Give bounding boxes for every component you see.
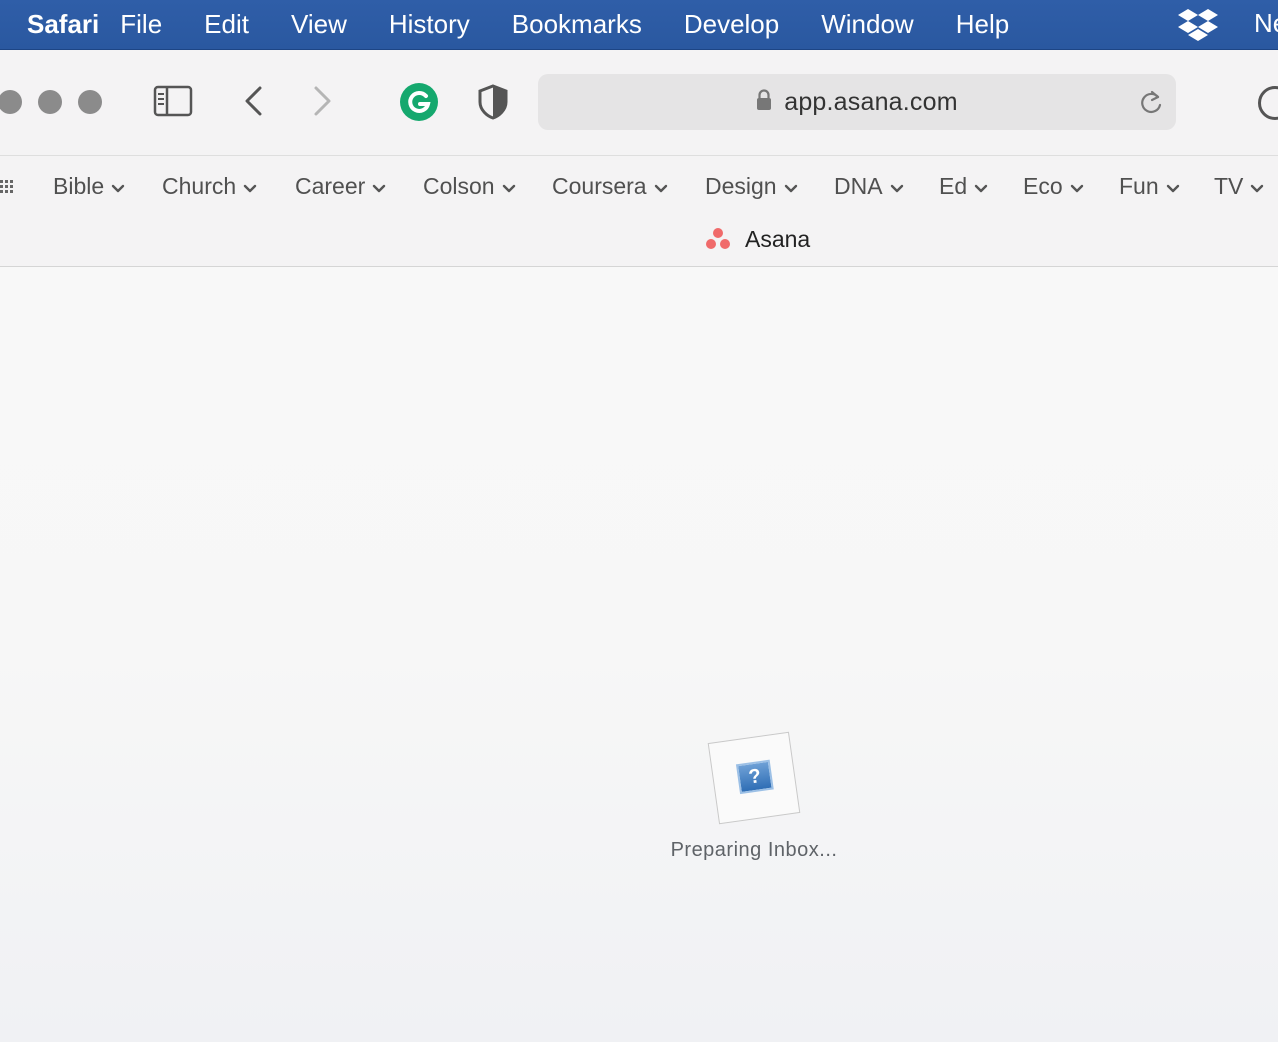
menu-help[interactable]: Help — [956, 9, 1009, 40]
menu-window[interactable]: Window — [821, 9, 913, 40]
chevron-down-icon — [1250, 173, 1264, 200]
chevron-down-icon — [784, 173, 798, 200]
chevron-down-icon — [1166, 173, 1180, 200]
bookmark-folders: Bible Church Career Colson Coursera Design DNA… — [0, 156, 1278, 218]
menu-bookmarks[interactable]: Bookmarks — [512, 9, 642, 40]
bookmark-folder-design[interactable]: Design — [705, 173, 798, 200]
downloads-icon[interactable] — [1258, 86, 1278, 120]
lock-icon — [756, 88, 772, 116]
chevron-down-icon — [974, 173, 988, 200]
chevron-down-icon — [372, 173, 386, 200]
bookmark-folder-label: TV — [1214, 173, 1244, 199]
reload-icon[interactable] — [1138, 88, 1164, 121]
loading-message: Preparing Inbox... — [670, 839, 838, 861]
menu-develop[interactable]: Develop — [684, 9, 779, 40]
close-window-button[interactable] — [0, 90, 22, 114]
bookmark-folder-label: Fun — [1119, 173, 1159, 199]
bookmark-folder-label: Bible — [53, 173, 105, 199]
bookmark-folder-label: Church — [162, 173, 237, 199]
bookmarks-bar: Bible Church Career Colson Coursera Design DNA… — [0, 156, 1278, 267]
menu-history[interactable]: History — [389, 9, 470, 40]
chevron-down-icon — [502, 173, 516, 200]
bookmark-folder-dna[interactable]: DNA — [834, 173, 904, 200]
menubar-truncated-item[interactable]: Ne — [1254, 8, 1278, 39]
bookmark-folder-career[interactable]: Career — [295, 173, 386, 200]
zoom-window-button[interactable] — [78, 90, 102, 114]
asana-logo-icon — [704, 227, 732, 252]
dropbox-icon[interactable] — [1178, 7, 1218, 43]
bookmark-folder-fun[interactable]: Fun — [1119, 173, 1180, 200]
back-chevron-icon[interactable] — [240, 84, 266, 118]
bookmark-folder-tv[interactable]: TV — [1214, 173, 1264, 200]
bookmark-folder-label: Eco — [1023, 173, 1063, 199]
bookmark-folder-label: Ed — [939, 173, 968, 199]
bookmark-folder-coursera[interactable]: Coursera — [552, 173, 668, 200]
menu-edit[interactable]: Edit — [204, 9, 249, 40]
bookmark-folder-label: Career — [295, 173, 366, 199]
bookmark-asana[interactable]: Asana — [704, 226, 810, 253]
sidebar-icon[interactable] — [152, 84, 194, 118]
bookmark-folder-eco[interactable]: Eco — [1023, 173, 1084, 200]
menu-file[interactable]: File — [120, 9, 162, 40]
address-bar[interactable]: app.asana.com — [538, 74, 1176, 130]
chevron-down-icon — [890, 173, 904, 200]
bookmark-folder-colson[interactable]: Colson — [423, 173, 516, 200]
chevron-down-icon — [243, 173, 257, 200]
page-content: ? Preparing Inbox... — [0, 267, 1278, 1042]
browser-toolbar: app.asana.com — [0, 50, 1278, 156]
bookmark-asana-label: Asana — [745, 226, 811, 252]
forward-chevron-icon[interactable] — [310, 84, 336, 118]
privacy-shield-icon[interactable] — [476, 83, 510, 121]
bookmark-folder-ed[interactable]: Ed — [939, 173, 988, 200]
url-text[interactable]: app.asana.com — [784, 88, 958, 117]
bookmark-folder-label: Design — [705, 173, 777, 199]
menu-items: File Edit View History Bookmarks Develop… — [120, 9, 1051, 40]
bookmark-folder-label: Coursera — [552, 173, 647, 199]
bookmark-folder-label: DNA — [834, 173, 883, 199]
grammarly-icon[interactable] — [399, 82, 439, 122]
menu-view[interactable]: View — [291, 9, 347, 40]
question-mark-icon: ? — [735, 759, 774, 795]
bookmark-folder-bible[interactable]: Bible — [53, 173, 125, 200]
bookmark-folder-label: Colson — [423, 173, 495, 199]
chevron-down-icon — [1070, 173, 1084, 200]
chevron-down-icon — [654, 173, 668, 200]
menu-bar: Safari File Edit View History Bookmarks … — [0, 0, 1278, 50]
chevron-down-icon — [111, 173, 125, 200]
menu-app-name[interactable]: Safari — [27, 9, 99, 40]
bookmark-folder-church[interactable]: Church — [162, 173, 257, 200]
missing-image-placeholder: ? — [707, 731, 801, 825]
minimize-window-button[interactable] — [38, 90, 62, 114]
